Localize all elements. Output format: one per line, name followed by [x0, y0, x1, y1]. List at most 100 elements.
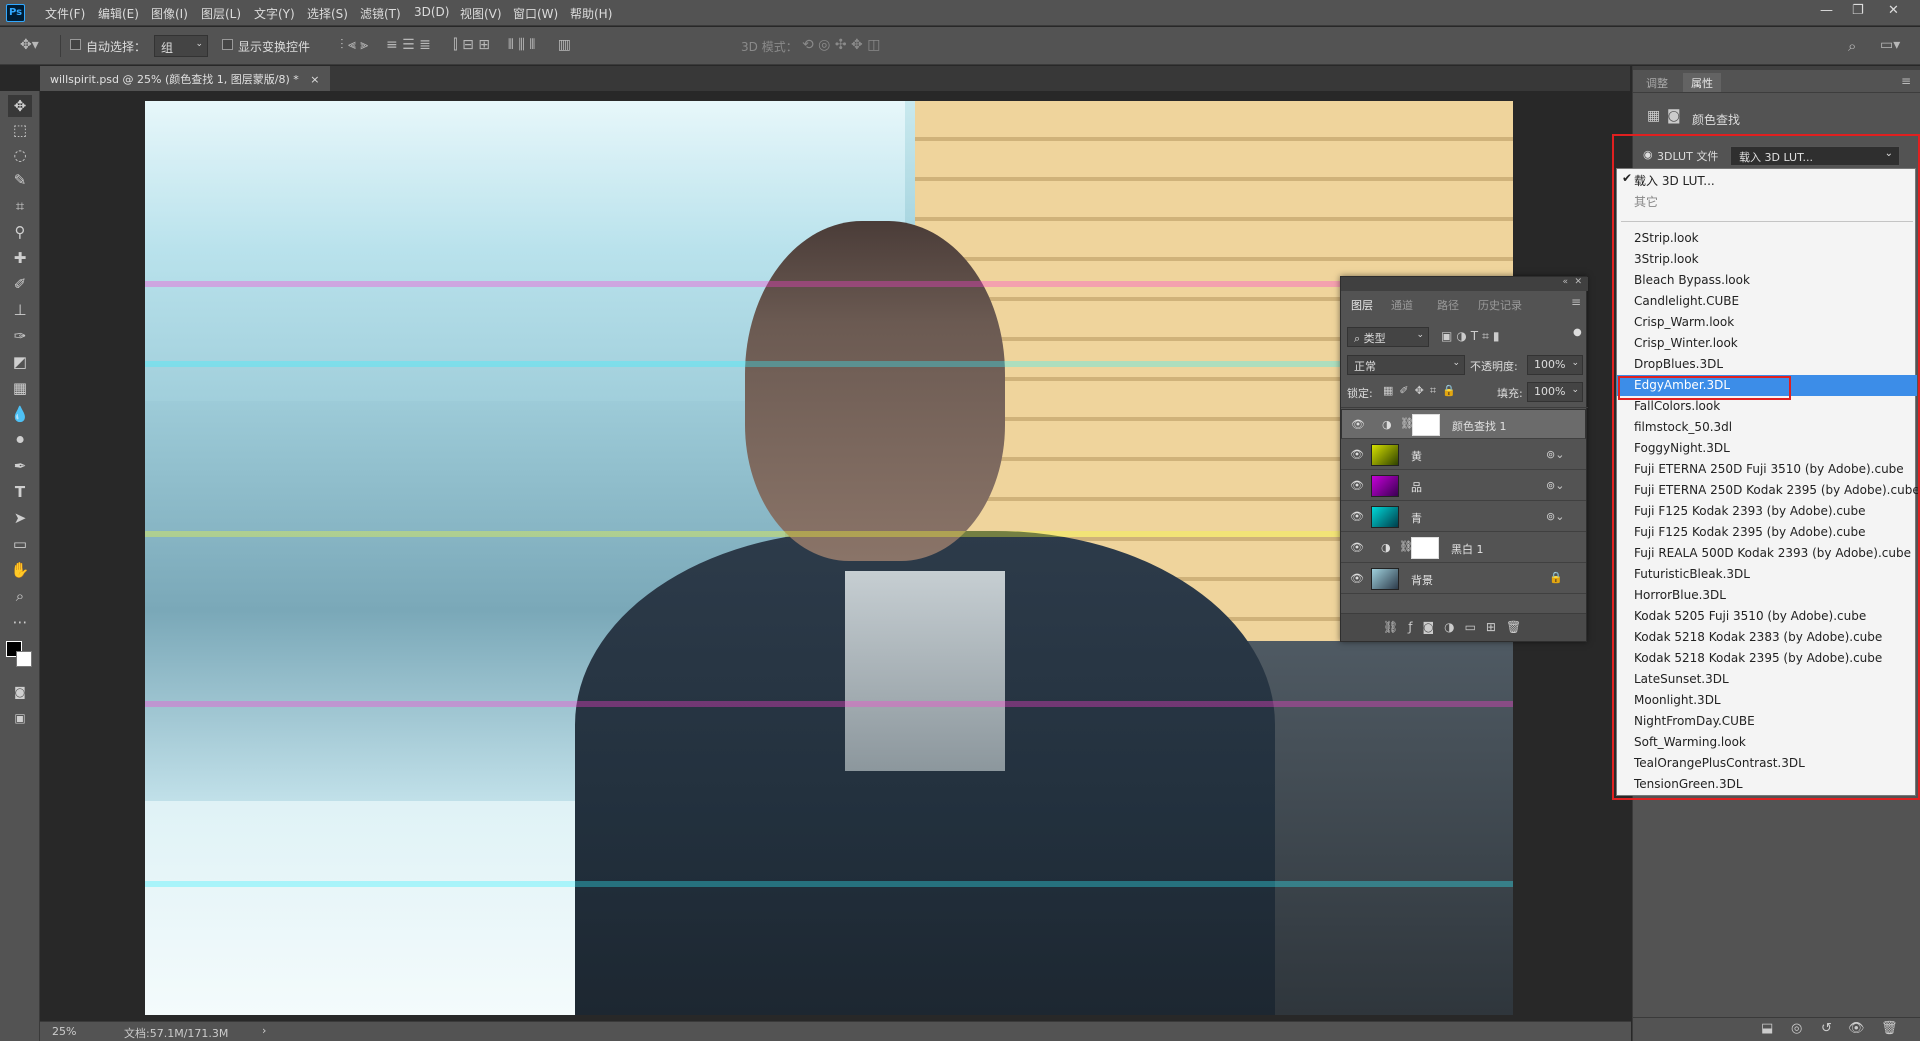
menu-view[interactable]: 视图(V) — [460, 5, 502, 22]
tab-properties[interactable]: 属性 — [1683, 73, 1721, 93]
layer-name[interactable]: 黄 — [1411, 448, 1422, 464]
stamp-tool-icon[interactable]: ⊥ — [8, 299, 32, 321]
menu-filter[interactable]: 滤镜(T) — [360, 5, 401, 22]
rectangle-tool-icon[interactable]: ▭ — [8, 533, 32, 555]
zoom-tool-icon[interactable]: ⌕ — [8, 585, 32, 607]
layer-mask-thumbnail[interactable] — [1411, 537, 1439, 559]
options-bar: ✥▾ 自动选择： 组 ⌄ 显示变换控件 ⫶ ⫷ ⫸ ≡ ☰ ≣ ⫿ ⊟ ⊞ ⦀ ⫼… — [0, 27, 1920, 65]
layer-name[interactable]: 背景 — [1411, 572, 1433, 588]
eye-icon[interactable]: 👁 — [1350, 479, 1364, 492]
filter-toggle-icon[interactable]: ● — [1573, 327, 1582, 338]
menu-select[interactable]: 选择(S) — [307, 5, 348, 22]
healing-brush-tool-icon[interactable]: ✚ — [8, 247, 32, 269]
menu-3d[interactable]: 3D(D) — [414, 5, 449, 19]
panel-menu-icon[interactable]: ≡ — [1901, 74, 1911, 88]
minimize-icon[interactable]: — — [1820, 3, 1833, 18]
move-tool-icon[interactable]: ✥ — [8, 95, 32, 117]
document-tab[interactable]: willspirit.psd @ 25% (颜色查找 1, 图层蒙版/8) * … — [40, 66, 330, 91]
layer-row[interactable]: 👁 背景 🔒 — [1341, 564, 1586, 594]
delete-icon[interactable]: 🗑 — [1881, 1021, 1898, 1036]
layer-row[interactable]: 👁 黄 ⊚⌄ — [1341, 440, 1586, 470]
layer-style-icon[interactable]: ⊚⌄ — [1546, 510, 1564, 523]
close-panel-icon[interactable]: ✕ — [1574, 277, 1582, 287]
eye-icon[interactable]: 👁 — [1350, 448, 1364, 461]
hand-tool-icon[interactable]: ✋ — [8, 559, 32, 581]
menu-file[interactable]: 文件(F) — [45, 5, 85, 22]
menu-help[interactable]: 帮助(H) — [570, 5, 612, 22]
auto-select-checkbox[interactable] — [70, 39, 81, 50]
view-previous-icon[interactable]: ◎ — [1791, 1021, 1802, 1036]
zoom-level[interactable]: 25% — [52, 1025, 76, 1038]
blur-tool-icon[interactable]: 💧 — [8, 403, 32, 425]
dodge-tool-icon[interactable]: ⚫ — [8, 429, 32, 451]
path-select-tool-icon[interactable]: ➤ — [8, 507, 32, 529]
mask-icon[interactable]: ◙ — [1667, 108, 1681, 124]
layer-kind-filter[interactable]: ⌕ 类型 ⌄ — [1347, 327, 1429, 347]
screen-mode-icon[interactable]: ▣ — [8, 707, 32, 729]
restore-icon[interactable]: ❐ — [1852, 3, 1864, 18]
clip-to-layer-icon[interactable]: ⬓ — [1761, 1021, 1773, 1036]
layer-style-icon[interactable]: ⊚⌄ — [1546, 479, 1564, 492]
document-image[interactable] — [145, 101, 1513, 1015]
3d-mode-icons[interactable]: ⟲ ◎ ✣ ✥ ◫ — [802, 37, 880, 53]
more-tools-icon[interactable]: ⋯ — [8, 611, 32, 633]
chevron-down-icon: ⌄ — [1416, 330, 1424, 340]
collapse-icon[interactable]: « — [1562, 277, 1568, 287]
search-icon[interactable]: ⌕ — [1848, 37, 1856, 55]
brush-tool-icon[interactable]: ✐ — [8, 273, 32, 295]
auto-select-target-select[interactable]: 组 ⌄ — [154, 35, 208, 57]
tab-paths[interactable]: 路径 — [1437, 297, 1459, 313]
history-brush-tool-icon[interactable]: ✑ — [8, 325, 32, 347]
layer-row[interactable]: 👁 ◑ ⛓ 黑白 1 — [1341, 533, 1586, 563]
opacity-input[interactable]: 100% ⌄ — [1527, 355, 1583, 375]
layer-name[interactable]: 颜色查找 1 — [1452, 418, 1507, 434]
background-color-swatch[interactable] — [16, 651, 32, 667]
layer-style-icon[interactable]: ⊚⌄ — [1546, 448, 1564, 461]
close-window-icon[interactable]: ✕ — [1888, 3, 1899, 18]
menu-edit[interactable]: 编辑(E) — [98, 5, 139, 22]
pen-tool-icon[interactable]: ✒ — [8, 455, 32, 477]
layer-filter-icons[interactable]: ▣◑T⌗▮ — [1441, 329, 1504, 344]
eye-icon[interactable]: 👁 — [1350, 572, 1364, 585]
gradient-tool-icon[interactable]: ▦ — [8, 377, 32, 399]
menu-image[interactable]: 图像(I) — [151, 5, 188, 22]
tab-channels[interactable]: 通道 — [1391, 297, 1413, 313]
layers-footer-icons[interactable]: ⛓ƒ◙◑▭⊞🗑 — [1383, 620, 1531, 634]
layer-row[interactable]: 👁 ◑ ⛓ 颜色查找 1 — [1341, 409, 1586, 439]
eyedropper-tool-icon[interactable]: ⚲ — [8, 221, 32, 243]
eraser-tool-icon[interactable]: ◩ — [8, 351, 32, 373]
tab-history[interactable]: 历史记录 — [1478, 297, 1522, 313]
layer-name[interactable]: 品 — [1411, 479, 1422, 495]
quick-mask-icon[interactable]: ◙ — [8, 681, 32, 703]
show-transform-checkbox[interactable] — [222, 39, 233, 50]
align-icons[interactable]: ⫶ ⫷ ⫸ ≡ ☰ ≣ ⫿ ⊟ ⊞ ⦀ ⫼ ⦀ ▥ — [340, 37, 571, 53]
layer-mask-thumbnail[interactable] — [1412, 414, 1440, 436]
lasso-tool-icon[interactable]: ◌ — [8, 144, 32, 166]
crop-tool-icon[interactable]: ⌗ — [8, 195, 32, 217]
marquee-tool-icon[interactable]: ⬚ — [8, 119, 32, 141]
quick-select-tool-icon[interactable]: ✎ — [8, 169, 32, 191]
layer-name[interactable]: 黑白 1 — [1451, 541, 1484, 557]
layer-row[interactable]: 👁 品 ⊚⌄ — [1341, 471, 1586, 501]
tab-adjustments[interactable]: 调整 — [1646, 75, 1668, 91]
blend-mode-select[interactable]: 正常 ⌄ — [1347, 355, 1465, 375]
type-tool-icon[interactable]: T — [8, 481, 32, 503]
layer-name[interactable]: 青 — [1411, 510, 1422, 526]
lock-icons[interactable]: ▦✐✥⌗🔒 — [1383, 384, 1462, 398]
layer-row[interactable]: 👁 青 ⊚⌄ — [1341, 502, 1586, 532]
workspace-icon[interactable]: ▭▾ — [1880, 37, 1900, 53]
status-arrow-icon[interactable]: › — [262, 1024, 266, 1037]
eye-icon[interactable]: 👁 — [1350, 541, 1364, 554]
menu-window[interactable]: 窗口(W) — [513, 5, 558, 22]
eye-icon[interactable]: 👁 — [1350, 510, 1364, 523]
move-tool-icon[interactable]: ✥▾ — [20, 37, 39, 53]
eye-icon[interactable]: 👁 — [1351, 418, 1365, 431]
menu-layer[interactable]: 图层(L) — [201, 5, 241, 22]
menu-type[interactable]: 文字(Y) — [254, 5, 295, 22]
fill-input[interactable]: 100% ⌄ — [1527, 382, 1583, 402]
visibility-icon[interactable]: 👁 — [1848, 1021, 1865, 1036]
tab-layers[interactable]: 图层 — [1351, 297, 1373, 313]
close-tab-icon[interactable]: × — [310, 73, 319, 86]
panel-menu-icon[interactable]: ≡ — [1571, 295, 1581, 309]
reset-icon[interactable]: ↺ — [1821, 1021, 1832, 1036]
